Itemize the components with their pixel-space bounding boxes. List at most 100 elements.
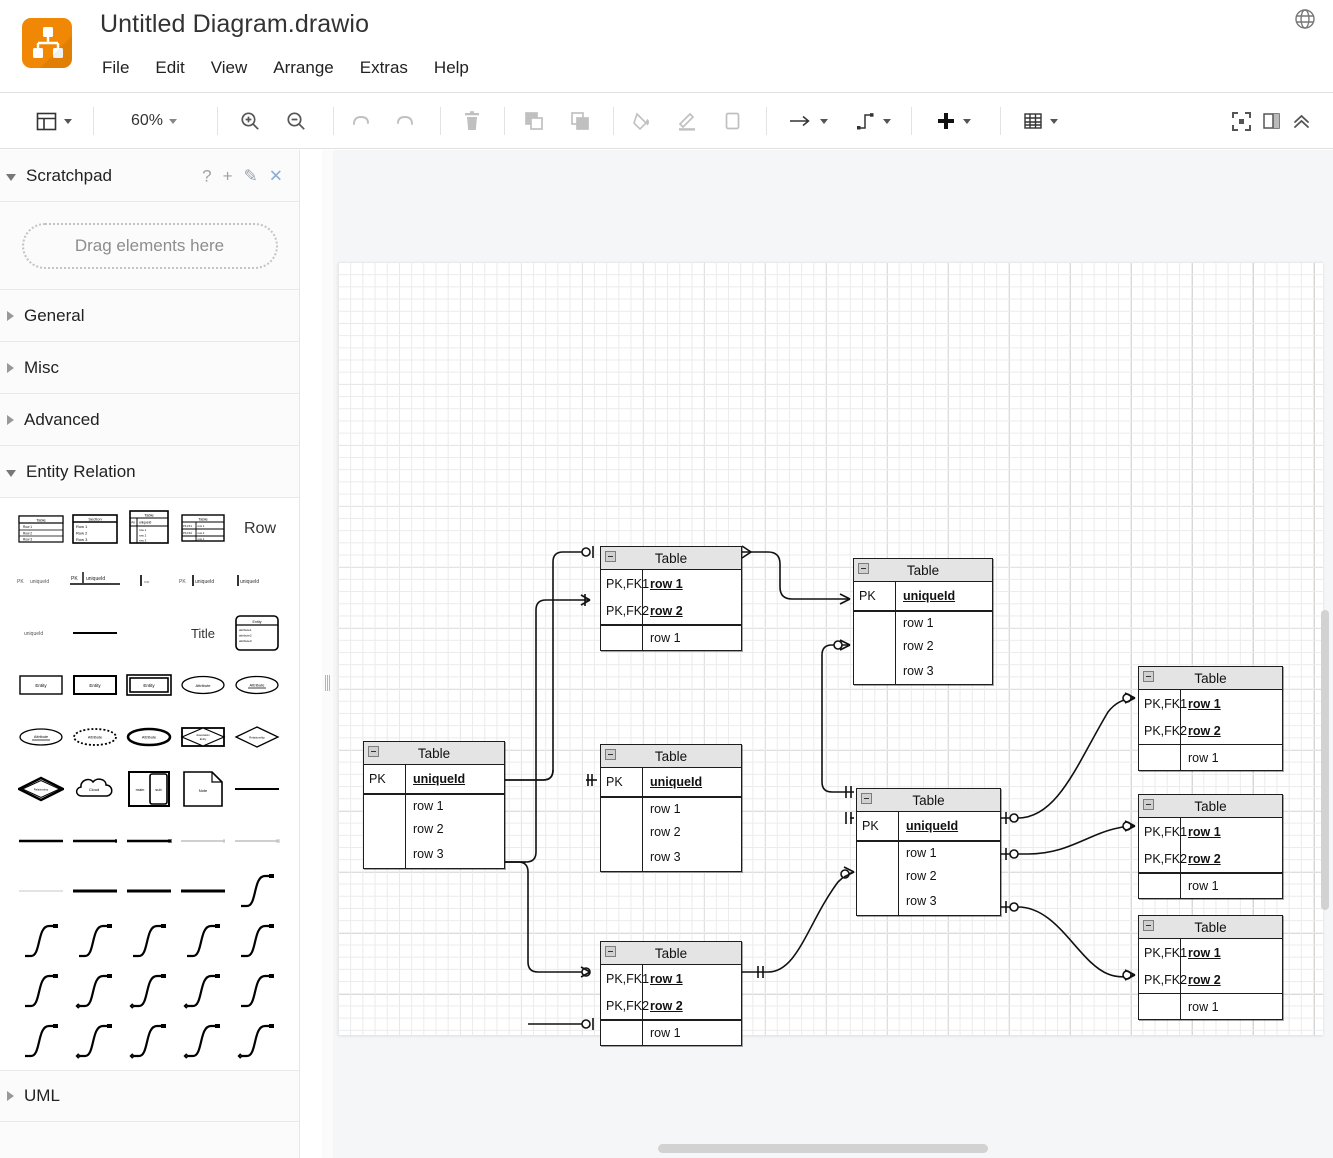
table-node-d[interactable]: Table PK uniqueId row 1 row 2 row 3 (600, 744, 742, 872)
table-row[interactable]: row 1 (854, 610, 992, 634)
shape-divider-line[interactable] (68, 608, 122, 658)
sidebar-section-uml[interactable]: UML (0, 1070, 299, 1122)
chevron-down-icon[interactable] (1050, 118, 1058, 124)
shape-pk-uniqueid-plain[interactable]: PK uniqueId (14, 556, 68, 606)
table-title-bar[interactable]: Table (1139, 916, 1282, 939)
table-row[interactable]: row 3 (854, 658, 992, 684)
shape-line-3[interactable] (122, 816, 176, 866)
table-row[interactable]: PK uniqueId (364, 765, 504, 793)
shadow-button[interactable] (712, 93, 754, 149)
table-row[interactable]: row 2 (601, 820, 741, 843)
shape-entity-rect-double[interactable]: Entity (122, 660, 176, 710)
collapse-icon[interactable] (368, 746, 379, 757)
collapse-icon[interactable] (1143, 920, 1154, 931)
shape-uniqueid-bar[interactable]: uniqueId (230, 556, 284, 606)
to-back-button[interactable] (558, 93, 602, 149)
shape-edge-curve-13[interactable] (68, 1016, 122, 1066)
shape-edge-curve-6[interactable] (230, 916, 284, 966)
shape-line-bold-1[interactable] (68, 866, 122, 916)
shape-attribute-ellipse-dashed[interactable]: Attribute (68, 712, 122, 762)
globe-icon[interactable] (1293, 7, 1317, 31)
table-row[interactable]: PK,FK2 row 2 (1139, 845, 1282, 872)
vertical-scrollbar[interactable] (1319, 450, 1331, 1150)
shape-edge-curve-10[interactable] (176, 966, 230, 1016)
shape-row-divider[interactable]: row (122, 556, 176, 606)
shape-uniqueid-text[interactable]: uniqueId (14, 608, 68, 658)
pencil-icon[interactable]: ✎ (244, 167, 258, 184)
shape-line-4[interactable] (176, 816, 230, 866)
zoom-out-button[interactable] (274, 93, 318, 149)
table-title-bar[interactable]: Table (601, 942, 741, 965)
format-panel-button[interactable] (1256, 93, 1286, 149)
fullscreen-button[interactable] (1224, 93, 1258, 149)
shape-edge-curve-14[interactable] (122, 1016, 176, 1066)
shape-edge-curve-11[interactable] (230, 966, 284, 1016)
shape-relationship-diamond-bold[interactable]: Relationship (14, 764, 68, 814)
collapse-icon[interactable] (1143, 799, 1154, 810)
shape-entity-rect[interactable]: Entity (14, 660, 68, 710)
shape-line-5[interactable] (230, 816, 284, 866)
table-row[interactable]: PK,FK2 row 2 (601, 597, 741, 624)
table-title-bar[interactable]: Table (364, 742, 504, 765)
shape-cloud[interactable]: Cloud (68, 764, 122, 814)
chevron-down-icon[interactable] (963, 118, 971, 124)
question-icon[interactable]: ? (202, 167, 211, 184)
shape-edge-curve-12[interactable] (14, 1016, 68, 1066)
collapse-icon[interactable] (1143, 671, 1154, 682)
shape-note[interactable]: Note (176, 764, 230, 814)
sidebar-section-advanced[interactable]: Advanced (0, 394, 299, 446)
shape-edge-curve-2[interactable] (14, 916, 68, 966)
fill-color-button[interactable] (622, 93, 664, 149)
table-row[interactable]: row 1 (1139, 744, 1282, 770)
shape-line-1[interactable] (14, 816, 68, 866)
table-row[interactable]: row 1 (1139, 872, 1282, 898)
diagram-canvas[interactable]: Table PK,FK1 row 1 PK,FK2 row 2 row 1 Ta… (333, 150, 1333, 1158)
shape-row-label[interactable]: Row (230, 504, 290, 554)
table-node-g[interactable]: Table PK,FK1 row 1 PK,FK2 row 2 row 1 (1138, 666, 1283, 771)
table-node-c[interactable]: Table PK uniqueId row 1 row 2 row 3 (363, 741, 505, 869)
table-row[interactable]: row 1 (601, 1019, 741, 1045)
redo-button[interactable] (384, 93, 426, 149)
shape-attribute-ellipse[interactable]: Attribute (176, 660, 230, 710)
vertical-scrollbar-thumb[interactable] (1321, 610, 1329, 910)
table-row[interactable]: row 1 (601, 624, 741, 650)
shape-edge-curve-1[interactable] (230, 866, 284, 916)
shape-pk-uniqueid-bar[interactable]: PK uniqueId (176, 556, 230, 606)
table-row[interactable]: PK,FK1 row 1 (1139, 939, 1282, 966)
chevron-down-icon[interactable] (883, 118, 891, 124)
collapse-icon[interactable] (858, 563, 869, 574)
shape-edge-curve-15[interactable] (176, 1016, 230, 1066)
chevron-down-icon[interactable] (169, 118, 178, 124)
shape-table-section[interactable]: Section Row 1 Row 2 Row 3 (68, 504, 122, 554)
table-row[interactable]: row 1 (857, 840, 1000, 864)
menu-help[interactable]: Help (421, 55, 482, 81)
shape-edge-curve-7[interactable] (14, 966, 68, 1016)
shape-title-label[interactable]: Title (176, 608, 230, 658)
shape-edge-curve-5[interactable] (176, 916, 230, 966)
table-node-a[interactable]: Table PK,FK1 row 1 PK,FK2 row 2 row 1 (600, 546, 742, 651)
splitter-grip[interactable] (325, 675, 330, 691)
shape-entity-rect-thick[interactable]: Entity (68, 660, 122, 710)
menu-file[interactable]: File (100, 55, 142, 81)
zoom-dropdown[interactable]: 60% (108, 93, 200, 149)
table-node-i[interactable]: Table PK,FK1 row 1 PK,FK2 row 2 row 1 (1138, 915, 1283, 1020)
table-title-bar[interactable]: Table (857, 789, 1000, 812)
shape-edge-curve-9[interactable] (122, 966, 176, 1016)
table-node-f[interactable]: Table PK,FK1 row 1 PK,FK2 row 2 row 1 (600, 941, 742, 1046)
diagram-page[interactable]: Table PK,FK1 row 1 PK,FK2 row 2 row 1 Ta… (338, 262, 1323, 1046)
waypoints-button[interactable] (845, 93, 901, 149)
table-row[interactable]: row 3 (364, 840, 504, 868)
shape-association-entity[interactable]: Association Entity (176, 712, 230, 762)
menu-extras[interactable]: Extras (347, 55, 421, 81)
sidebar-section-scratchpad[interactable]: Scratchpad ? + ✎ ✕ (0, 150, 299, 202)
collapse-icon[interactable] (605, 749, 616, 760)
shape-main-sub[interactable]: main sub (122, 764, 176, 814)
menu-view[interactable]: View (198, 55, 261, 81)
close-icon[interactable]: ✕ (269, 167, 283, 184)
table-row[interactable]: PK,FK2 row 2 (1139, 717, 1282, 744)
shape-line-2[interactable] (68, 816, 122, 866)
shape-empty-slot[interactable] (122, 608, 176, 658)
shape-line-plain[interactable] (230, 764, 284, 814)
table-node-h[interactable]: Table PK,FK1 row 1 PK,FK2 row 2 row 1 (1138, 794, 1283, 899)
table-row[interactable]: row 3 (601, 843, 741, 871)
